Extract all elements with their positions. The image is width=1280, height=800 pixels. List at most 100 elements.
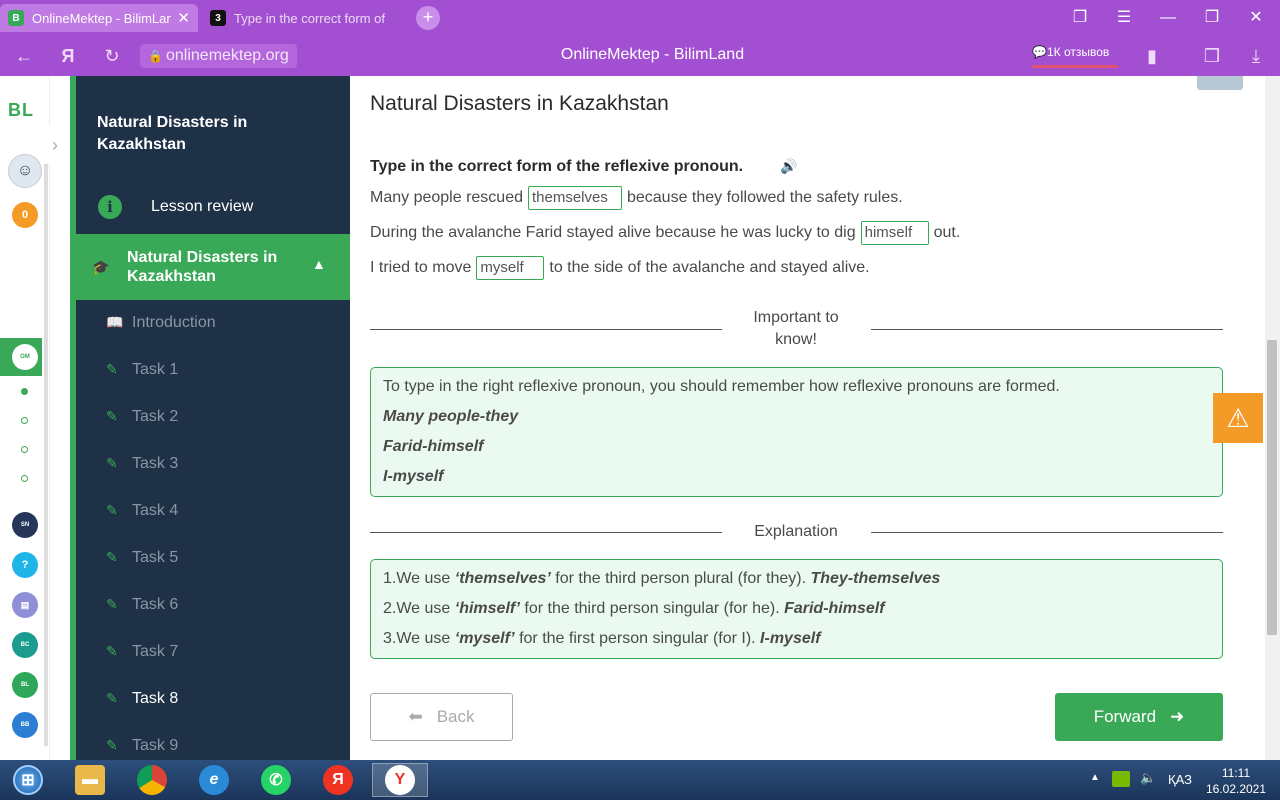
sidebar-module-natural-disasters[interactable]: 🎓 Natural Disasters in Kazakhstan ▲	[76, 234, 350, 300]
forward-button[interactable]: Forward ➜	[1055, 693, 1223, 741]
explanation-text: 1.We use	[383, 570, 455, 587]
graduation-cap-icon: 🎓	[92, 259, 110, 275]
explanation-text: for the third person plural (for they).	[550, 570, 811, 587]
tab-onlinemektep[interactable]: B OnlineMektep - BilimLand ✕	[0, 4, 198, 32]
internet-explorer-icon: e	[199, 765, 229, 795]
yandex-browser-icon: Y	[385, 765, 415, 795]
sidebar-item-task-8[interactable]: ✎ Task 8	[76, 676, 350, 723]
windows-logo-icon: ⊞	[13, 765, 43, 795]
sentence-1: Many people rescued themselves because t…	[370, 186, 903, 210]
minimize-icon[interactable]: —	[1156, 6, 1180, 30]
edit-icon: ✎	[106, 643, 118, 659]
explanation-text: 3.We use	[383, 630, 455, 647]
sidebar-item-task-9[interactable]: ✎ Task 9	[76, 723, 350, 760]
important-line: I-myself	[383, 468, 444, 485]
yandex-icon[interactable]: Я	[56, 44, 80, 68]
whatsapp-icon: ✆	[261, 765, 291, 795]
sentence-text: to the side of the avalanche and stayed …	[549, 259, 870, 276]
bilim-contest-icon[interactable]: BC	[12, 632, 38, 658]
search-favicon-icon: 3	[210, 10, 226, 26]
bilimland-logo[interactable]: BL	[8, 100, 34, 121]
collections-icon[interactable]: ❒	[1200, 44, 1224, 68]
tray-arrow-icon[interactable]: ▲	[1090, 772, 1100, 783]
sidebar-item-introduction[interactable]: 📖 Introduction	[76, 300, 350, 347]
sentence-text: because they followed the safety rules.	[626, 189, 903, 206]
clock[interactable]: 11:11 16.02.2021	[1205, 765, 1267, 797]
answer-input[interactable]: themselves	[527, 186, 622, 210]
forward-label: Forward	[1093, 707, 1157, 726]
important-line: To type in the right reflexive pronoun, …	[383, 378, 1060, 395]
sidebar-item-lesson-review[interactable]: i Lesson review	[76, 184, 350, 230]
tab-title: OnlineMektep - BilimLand	[32, 10, 172, 26]
nav-dot[interactable]	[21, 417, 28, 424]
sidebar-item-label: Lesson review	[151, 198, 254, 215]
new-tab-button[interactable]: +	[416, 6, 440, 30]
bilim-land-icon[interactable]: BL	[12, 672, 38, 698]
edit-icon: ✎	[106, 361, 118, 377]
chevron-up-icon[interactable]: ▲	[312, 256, 326, 272]
sidebar-item-label: Task 3	[132, 455, 179, 472]
download-icon[interactable]: ⤓	[1244, 44, 1268, 68]
sidebar-item-task-2[interactable]: ✎ Task 2	[76, 394, 350, 441]
taskbar-yandex-launcher[interactable]: Я	[310, 763, 366, 797]
menu-icon[interactable]: ☰	[1112, 6, 1136, 30]
taskbar-chrome[interactable]	[124, 763, 180, 797]
sidebar-item-task-5[interactable]: ✎ Task 5	[76, 535, 350, 582]
sidebar-item-task-6[interactable]: ✎ Task 6	[76, 582, 350, 629]
volume-icon[interactable]: 🔈	[1140, 770, 1156, 786]
url-field[interactable]: 🔒 onlinemektep.org	[140, 44, 297, 68]
bookmark-icon[interactable]: ▮	[1140, 44, 1164, 68]
bilim-book-icon[interactable]: BB	[12, 712, 38, 738]
taskbar-ie[interactable]: e	[186, 763, 242, 797]
lesson-title: Natural Disasters in Kazakhstan	[370, 92, 669, 115]
book-icon: 📖	[106, 314, 124, 330]
maximize-icon[interactable]: ❐	[1200, 6, 1224, 30]
report-warning-button[interactable]: ⚠	[1213, 393, 1263, 443]
answer-input[interactable]: myself	[476, 256, 545, 280]
sidebar-item-task-3[interactable]: ✎ Task 3	[76, 441, 350, 488]
answer-input[interactable]: himself	[860, 221, 929, 245]
back-button[interactable]: ⬅ Back	[370, 693, 513, 741]
sidebar-item-label: Task 1	[132, 361, 179, 378]
tab-search[interactable]: 3 Type in the correct form of	[202, 4, 400, 32]
reload-icon[interactable]: ↻	[100, 44, 124, 68]
sidebar-item-label: Introduction	[132, 314, 216, 331]
windows-taskbar: ⊞ ▬ e ✆ Я Y ▲ 🔈 ҚАЗ 11:11 16.02.2021	[0, 760, 1280, 800]
taskbar-explorer[interactable]: ▬	[62, 763, 118, 797]
sidebar-item-task-7[interactable]: ✎ Task 7	[76, 629, 350, 676]
address-bar: ← Я ↻ 🔒 onlinemektep.org OnlineMektep - …	[0, 36, 1280, 76]
important-box: To type in the right reflexive pronoun, …	[370, 367, 1223, 497]
language-indicator[interactable]: ҚАЗ	[1168, 772, 1192, 787]
nvidia-icon[interactable]	[1112, 771, 1130, 787]
speaker-icon[interactable]: 🔊	[780, 158, 797, 175]
fullscreen-toggle[interactable]	[1197, 76, 1243, 90]
back-nav-icon[interactable]: ←	[12, 44, 36, 68]
taskbar-whatsapp[interactable]: ✆	[248, 763, 304, 797]
sidebar-item-task-4[interactable]: ✎ Task 4	[76, 488, 350, 535]
nav-dot[interactable]	[21, 475, 28, 482]
onlinemektep-icon[interactable]: OM	[12, 344, 38, 370]
url-text: onlinemektep.org	[166, 47, 289, 64]
keyboard-icon[interactable]: ▤	[12, 592, 38, 618]
sidebar-item-task-1[interactable]: ✎ Task 1	[76, 347, 350, 394]
divider-line	[370, 329, 722, 330]
reviews-button[interactable]: 💬1К отзывов	[1032, 44, 1118, 68]
close-window-icon[interactable]: ✕	[1244, 6, 1268, 30]
start-button[interactable]: ⊞	[0, 763, 56, 797]
score-badge[interactable]: 0	[12, 202, 38, 228]
bilimland-favicon-icon: B	[8, 10, 24, 26]
help-icon[interactable]: ?	[12, 552, 38, 578]
nav-dot[interactable]	[21, 446, 28, 453]
rail-scrollbar[interactable]	[44, 136, 48, 746]
info-icon: i	[98, 195, 122, 219]
smart-nation-icon[interactable]: SN	[12, 512, 38, 538]
sidebar-item-label: Task 2	[132, 408, 179, 425]
close-tab-icon[interactable]: ✕	[177, 9, 190, 27]
taskbar-yandex-browser[interactable]: Y	[372, 763, 428, 797]
expand-chevron-icon[interactable]: ›	[40, 126, 70, 164]
sidebar-title: Natural Disasters in Kazakhstan	[97, 114, 248, 153]
nav-dot[interactable]	[21, 388, 28, 395]
page-scrollbar-thumb[interactable]	[1267, 340, 1277, 635]
bookmarks-icon[interactable]: ❐	[1068, 6, 1092, 30]
avatar[interactable]: ☺	[8, 154, 42, 188]
